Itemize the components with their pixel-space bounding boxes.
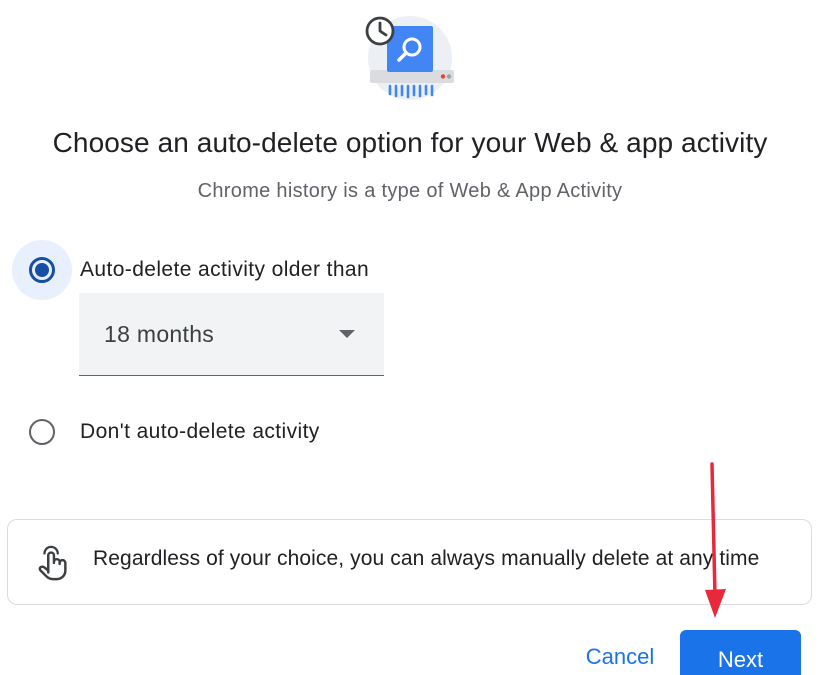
radio-selected-dot: [35, 263, 49, 277]
auto-delete-radio[interactable]: [29, 257, 55, 283]
auto-delete-dialog: Choose an auto-delete option for your We…: [0, 0, 825, 675]
retention-period-select[interactable]: 18 months: [79, 293, 384, 376]
retention-period-value: 18 months: [104, 321, 215, 347]
dialog-title: Choose an auto-delete option for your We…: [52, 127, 768, 158]
touch-hand-icon: [38, 545, 67, 581]
dropdown-caret-icon: [339, 330, 355, 338]
radio-halo: [12, 240, 72, 300]
manual-delete-info-text: Regardless of your choice, you can alway…: [93, 547, 760, 570]
dont-auto-delete-radio[interactable]: [29, 419, 55, 445]
cancel-button[interactable]: Cancel: [565, 632, 675, 675]
manual-delete-info-card: Regardless of your choice, you can alway…: [7, 519, 812, 605]
dialog-subtitle: Chrome history is a type of Web & App Ac…: [197, 180, 623, 202]
radio-halo: [12, 402, 72, 462]
dont-auto-delete-option-label: Don't auto-delete activity: [80, 420, 320, 443]
auto-delete-option-label: Auto-delete activity older than: [80, 258, 370, 281]
option-dont-auto-delete[interactable]: Don't auto-delete activity: [12, 402, 320, 462]
auto-delete-illustration-icon: [365, 16, 454, 100]
next-button[interactable]: Next: [680, 630, 801, 675]
option-auto-delete[interactable]: Auto-delete activity older than: [12, 240, 369, 300]
